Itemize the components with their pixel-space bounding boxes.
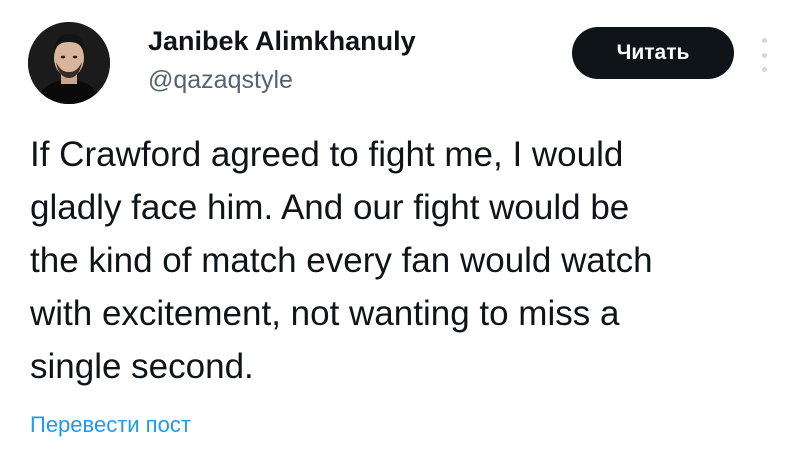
author-handle[interactable]: @qazaqstyle [148,66,293,95]
tweet-text: If Crawford agreed to fight me, I would … [30,135,653,386]
more-dot [761,38,767,43]
more-dot [761,52,767,58]
author-name[interactable]: Janibek Alimkhanuly [148,26,416,57]
more-vertical-icon[interactable] [752,38,776,72]
follow-button[interactable]: Читать [572,27,734,79]
avatar[interactable] [28,22,110,104]
tweet-card: Janibek Alimkhanuly @qazaqstyle Читать I… [0,0,800,450]
more-dot [761,67,767,72]
avatar-image [28,22,110,104]
translate-post-link[interactable]: Перевести пост [30,412,191,438]
